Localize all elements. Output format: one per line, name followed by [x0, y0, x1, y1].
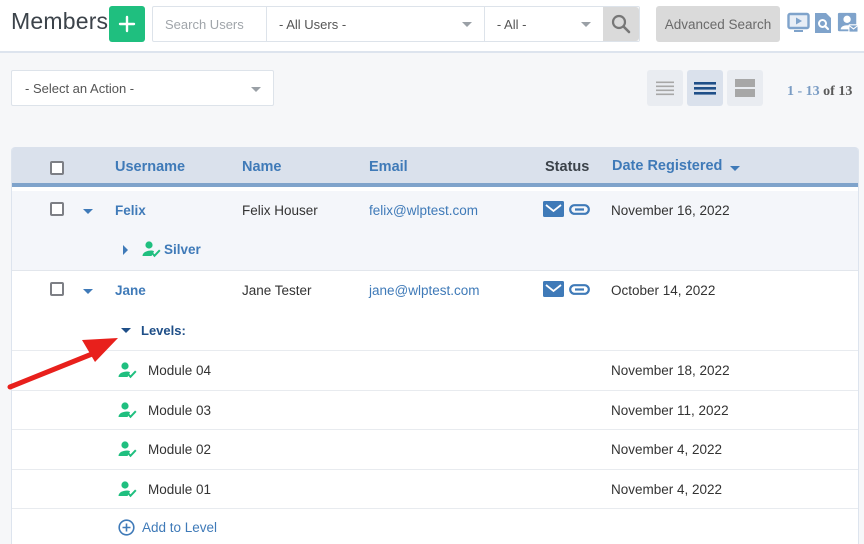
video-tutorial-icon[interactable] [787, 12, 811, 34]
column-status: Status [545, 159, 590, 175]
user-check-icon [142, 241, 161, 258]
column-date-registered[interactable]: Date Registered [612, 158, 722, 174]
user-check-icon [118, 480, 137, 497]
level-name: Module 01 [148, 481, 212, 497]
levels-toggle[interactable]: Levels: [141, 323, 186, 338]
search-users-input[interactable] [153, 7, 267, 41]
pagination-info: 1 - 13 of 13 [787, 84, 852, 100]
column-name[interactable]: Name [242, 159, 282, 175]
level-name: Module 04 [148, 363, 212, 378]
email-link[interactable]: jane@wlptest.com [369, 283, 480, 298]
user-filter-select[interactable]: - All Users - [267, 7, 485, 41]
row-checkbox[interactable] [50, 202, 64, 216]
view-default-button[interactable] [687, 70, 723, 106]
level-row: Module 01 November 4, 2022 [12, 469, 858, 509]
view-expanded-button[interactable] [727, 70, 763, 106]
column-username[interactable]: Username [115, 159, 185, 175]
member-name: Felix Houser [242, 203, 318, 218]
chevron-down-icon [251, 87, 261, 92]
page-title: Members [11, 8, 109, 34]
email-link[interactable]: felix@wlptest.com [369, 203, 478, 218]
plus-circle-icon[interactable] [118, 519, 135, 536]
date-registered: October 14, 2022 [611, 283, 716, 298]
bulk-action-select[interactable]: - Select an Action - [11, 70, 274, 106]
table-header: Username Name Email Status Date Register… [12, 147, 858, 187]
expand-row-icon[interactable] [83, 209, 93, 214]
pagination-total: 13 [838, 84, 853, 99]
envelope-icon[interactable] [543, 281, 564, 297]
advanced-search-button[interactable]: Advanced Search [656, 6, 780, 42]
level-date: November 11, 2022 [611, 402, 729, 418]
level-name: Module 03 [148, 402, 212, 418]
column-email[interactable]: Email [369, 159, 408, 175]
username-link[interactable]: Felix [115, 203, 146, 218]
status-filter-select[interactable]: - All - [485, 7, 603, 41]
member-name: Jane Tester [242, 283, 312, 298]
status-filter-value: - All - [496, 16, 527, 32]
search-button[interactable] [603, 7, 640, 41]
document-search-icon[interactable] [814, 12, 832, 34]
link-icon[interactable] [569, 204, 590, 215]
expand-levels-icon[interactable] [123, 245, 128, 255]
pagination-range: 1 - 13 [787, 84, 820, 99]
sort-desc-icon[interactable] [730, 166, 740, 171]
compact-list-icon [656, 81, 674, 96]
row-checkbox[interactable] [50, 282, 64, 296]
collapse-row-icon[interactable] [83, 289, 93, 294]
level-name: Module 02 [148, 442, 212, 457]
level-row: Module 02 November 4, 2022 [12, 430, 858, 470]
search-icon [612, 14, 631, 34]
view-compact-button[interactable] [647, 70, 683, 106]
link-icon[interactable] [569, 284, 590, 295]
level-date: November 4, 2022 [611, 442, 723, 457]
list-icon [694, 82, 716, 95]
add-to-level-link[interactable]: Add to Level [142, 520, 217, 535]
date-registered: November 16, 2022 [611, 203, 730, 218]
user-filter-value: - All Users - [279, 16, 347, 32]
username-link[interactable]: Jane [115, 283, 146, 298]
user-check-icon [118, 441, 137, 458]
level-row: Module 04 November 18, 2022 [12, 351, 858, 391]
level-date: November 18, 2022 [611, 363, 730, 378]
chevron-down-icon [461, 22, 472, 27]
level-silver[interactable]: Silver [164, 242, 201, 257]
table-row: Jane Jane Tester jane@wlptest.com Octobe… [12, 271, 858, 351]
chevron-down-icon [581, 22, 592, 27]
envelope-icon[interactable] [543, 201, 564, 217]
level-date: November 4, 2022 [611, 481, 723, 497]
add-to-level-row: Add to Level [12, 509, 858, 544]
user-check-icon [118, 362, 137, 379]
table-row: Felix Felix Houser felix@wlptest.com Nov… [12, 191, 858, 271]
user-email-icon[interactable] [836, 12, 860, 34]
bulk-action-value: - Select an Action - [25, 80, 135, 96]
collapse-levels-icon[interactable] [121, 328, 131, 333]
level-row: Module 03 November 11, 2022 [12, 390, 858, 430]
search-group: - All Users - - All - [152, 6, 640, 42]
user-check-icon [118, 401, 137, 418]
members-table: Username Name Email Status Date Register… [11, 147, 859, 544]
top-bar: Members - All Users - - All - Advanced S… [0, 0, 864, 53]
pagination-of: of [823, 84, 835, 99]
expanded-list-icon [735, 79, 755, 97]
select-all-checkbox[interactable] [50, 161, 64, 175]
add-member-button[interactable] [109, 6, 145, 42]
plus-icon [118, 15, 136, 33]
